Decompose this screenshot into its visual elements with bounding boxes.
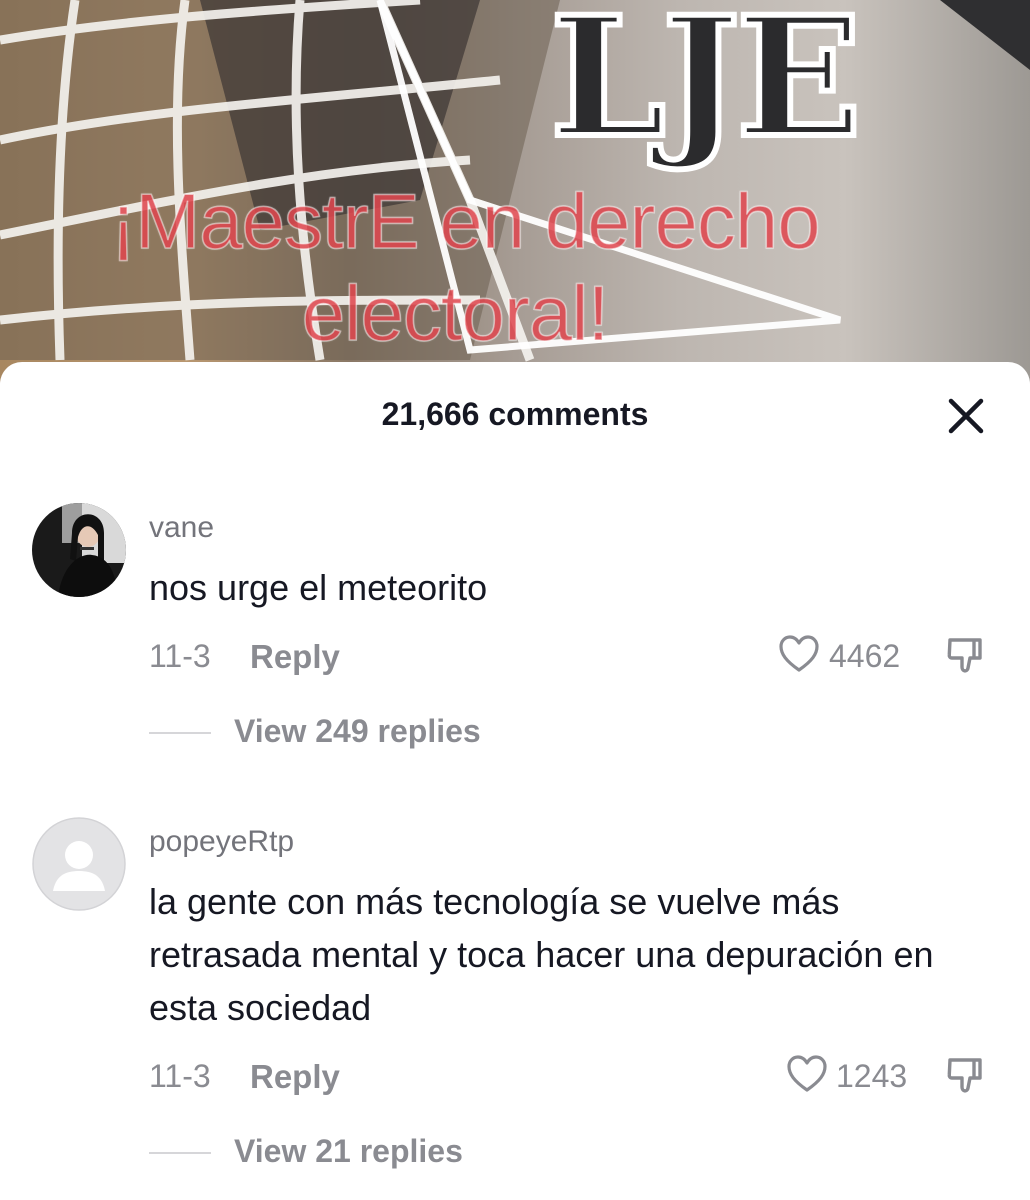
comments-count-title: 21,666 comments <box>381 396 649 432</box>
view-replies-row: View 249 replies <box>0 713 1030 753</box>
heart-icon[interactable] <box>786 1054 828 1094</box>
like-count: 4462 <box>829 638 901 674</box>
sign-logo: LJE <box>547 0 865 177</box>
heart-icon[interactable] <box>778 634 820 674</box>
divider-line <box>149 732 211 734</box>
view-replies-button[interactable]: View 21 replies <box>234 1133 463 1170</box>
comment-date: 11-3 <box>149 638 211 674</box>
user-avatar[interactable] <box>32 817 126 911</box>
user-avatar[interactable] <box>32 503 126 597</box>
divider-line <box>149 1152 211 1154</box>
view-replies-button[interactable]: View 249 replies <box>234 713 481 750</box>
comment-username[interactable]: popeyeRtp <box>149 825 294 859</box>
comment-text: la gente con más tecnología se vuelve má… <box>149 881 934 1028</box>
dislike-icon[interactable] <box>944 1054 988 1098</box>
video-caption-line-2: electoral! <box>301 269 610 357</box>
comment-date: 11-3 <box>149 1058 211 1094</box>
comment-actions: 11-3 Reply 4462 <box>0 635 1030 682</box>
comments-sheet: 21,666 comments vane nos urge el meteori… <box>0 362 1030 1200</box>
close-icon[interactable] <box>944 394 988 438</box>
video-caption-line-1: ¡MaestrE en derecho <box>110 177 822 265</box>
comment-actions: 11-3 Reply 1243 <box>0 1055 1030 1102</box>
view-replies-row: View 21 replies <box>0 1133 1030 1173</box>
dislike-icon[interactable] <box>944 634 988 678</box>
like-count: 1243 <box>836 1058 908 1094</box>
reply-button[interactable]: Reply <box>250 1058 340 1096</box>
reply-button[interactable]: Reply <box>250 638 340 676</box>
video-background: LJE ¡MaestrE en derecho electoral! <box>0 0 1030 400</box>
comment-text: nos urge el meteorito <box>149 567 488 608</box>
svg-text:LJE: LJE <box>550 0 858 174</box>
comment-username[interactable]: vane <box>149 511 214 545</box>
